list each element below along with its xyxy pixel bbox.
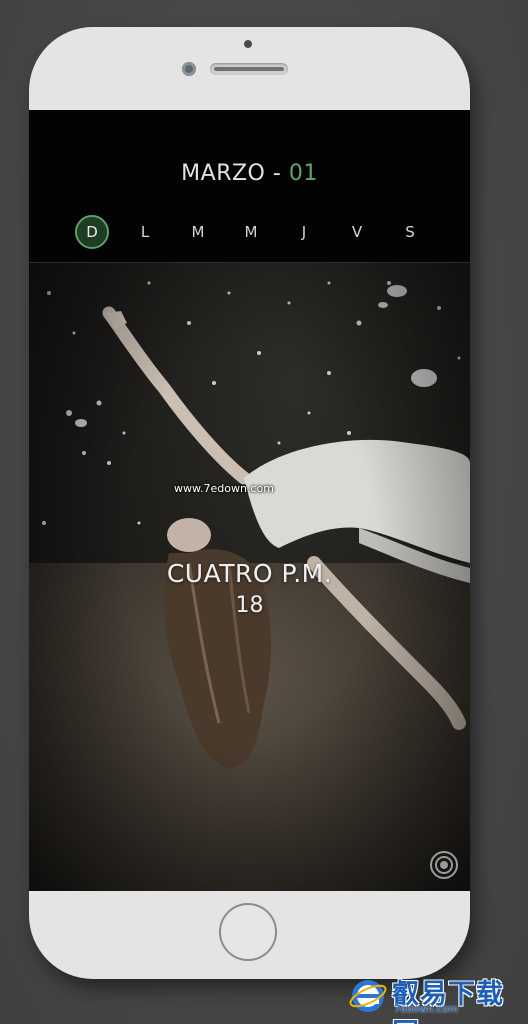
home-button[interactable] — [219, 903, 277, 961]
month-label: MARZO — [181, 161, 266, 186]
screen: MARZO - 01 D L M M J V S www.7edown.com … — [29, 110, 470, 891]
watermark-text: www.7edown.com — [174, 482, 274, 495]
day-number: 01 — [288, 161, 318, 186]
weekday-sunday[interactable]: D — [75, 215, 109, 249]
calendar-header: MARZO - 01 D L M M J V S — [29, 110, 470, 263]
date-separator: - — [265, 161, 289, 186]
time-in-words: CUATRO P.M. — [166, 559, 333, 588]
weekday-friday[interactable]: V — [340, 215, 374, 249]
brand-name: 叡易下载网 — [392, 979, 504, 1024]
speaker-grille — [210, 63, 288, 75]
site-brand-watermark: 叡易下载网 7edown.com — [348, 972, 524, 1024]
weekday-tuesday[interactable]: M — [181, 215, 215, 249]
front-camera-icon — [182, 62, 196, 76]
ie-style-e-logo-icon — [349, 980, 387, 1012]
weekday-selector: D L M M J V S — [75, 215, 440, 249]
weekday-wednesday[interactable]: M — [234, 215, 268, 249]
weekday-monday[interactable]: L — [128, 215, 162, 249]
top-sensor-icon — [244, 40, 252, 48]
minutes-label: 18 — [235, 593, 264, 618]
weekday-thursday[interactable]: J — [287, 215, 321, 249]
brand-url: 7edown.com — [394, 1004, 459, 1015]
date-title: MARZO - 01 — [29, 161, 470, 186]
weekday-saturday[interactable]: S — [393, 215, 427, 249]
background-photo: www.7edown.com CUATRO P.M. 18 — [29, 263, 470, 891]
camera-shutter-icon[interactable] — [429, 850, 459, 880]
phone-frame: MARZO - 01 D L M M J V S www.7edown.com … — [29, 27, 470, 979]
